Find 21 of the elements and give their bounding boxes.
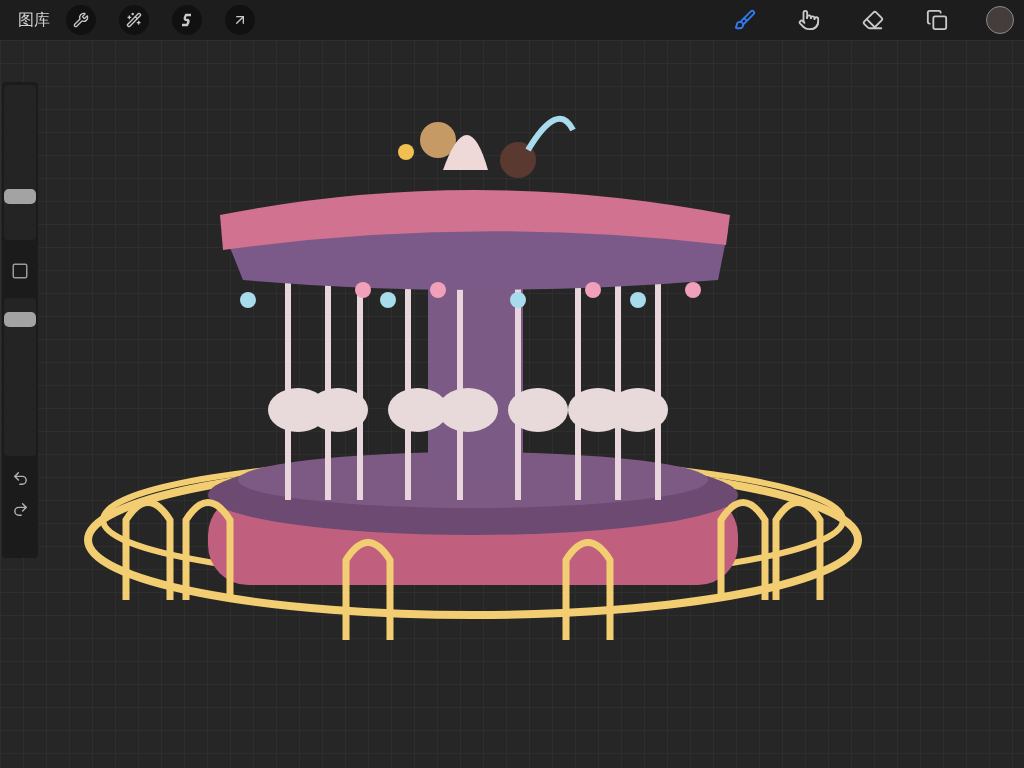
redo-button[interactable] [11,501,29,518]
square-icon [11,262,29,280]
gallery-button[interactable]: 图库 [18,9,50,31]
layers-icon [926,9,948,31]
color-swatch[interactable] [986,6,1014,34]
redo-icon [11,501,29,518]
s-curve-icon [180,13,194,27]
magic-wand-icon [126,12,142,28]
modify-button[interactable] [11,262,29,280]
settings-button[interactable] [66,5,96,35]
tool-button[interactable] [225,5,255,35]
eraser-icon [862,9,884,31]
undo-button[interactable] [11,470,29,487]
finger-icon [798,9,820,31]
wrench-icon [73,12,89,28]
slider-thumb[interactable] [4,188,36,204]
tool-button[interactable] [172,5,202,35]
tool-button[interactable] [119,5,149,35]
slider-thumb[interactable] [4,312,36,328]
brush-icon [734,9,756,31]
undo-icon [11,470,29,487]
